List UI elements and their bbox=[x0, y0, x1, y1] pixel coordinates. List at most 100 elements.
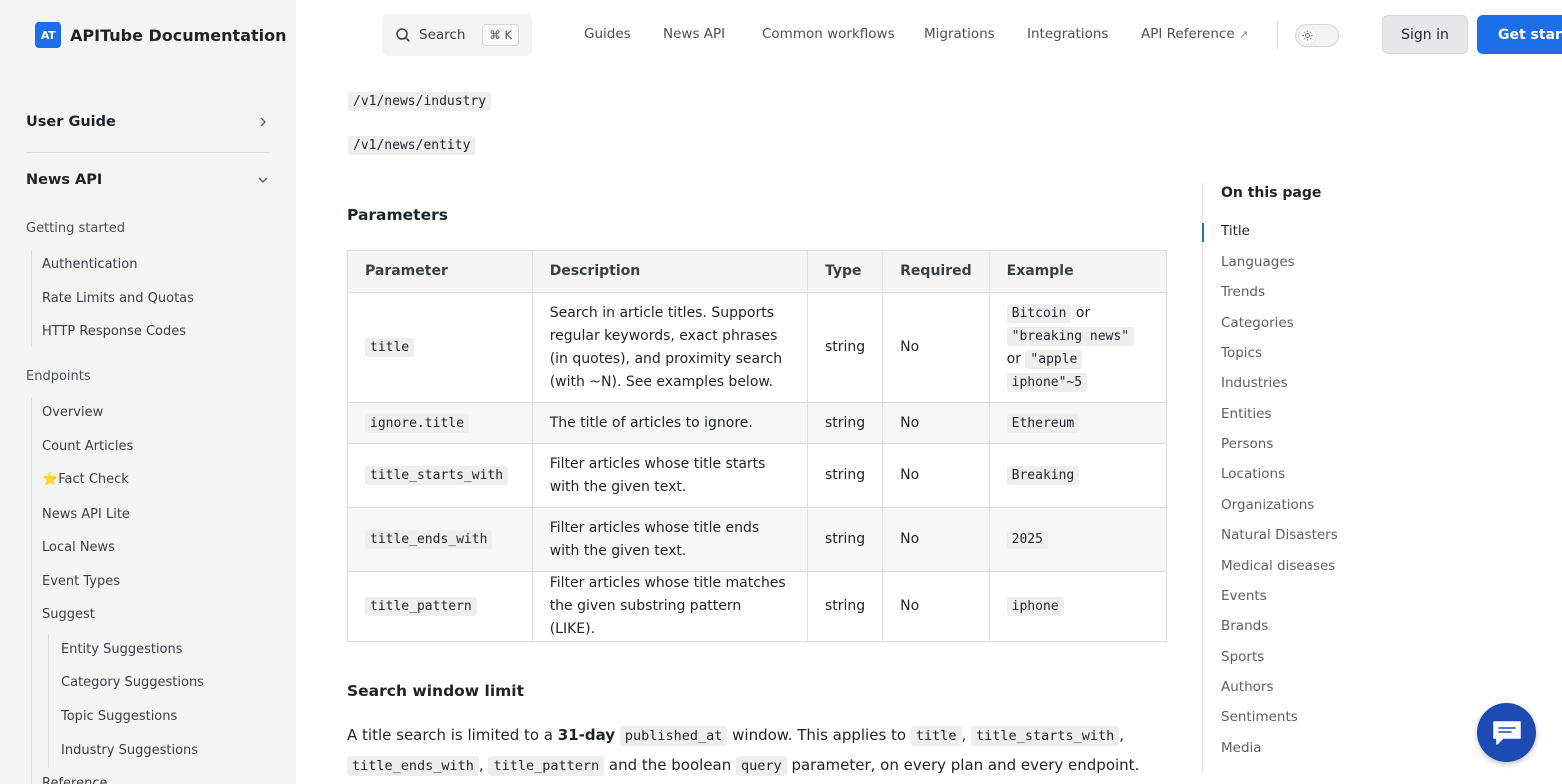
required-cell: No bbox=[882, 443, 990, 508]
sidebar-section-user-guide[interactable]: User Guide bbox=[26, 114, 269, 130]
sidebar-item-event-types[interactable]: Event Types bbox=[42, 574, 120, 589]
toc-item-authors[interactable]: Authors bbox=[1221, 679, 1273, 695]
toc-item-categories[interactable]: Categories bbox=[1221, 315, 1294, 331]
nav-guide-line bbox=[31, 250, 32, 347]
toc-item-brands[interactable]: Brands bbox=[1221, 618, 1268, 634]
toc-item-languages[interactable]: Languages bbox=[1221, 254, 1295, 270]
description-cell: Search in article titles. Supports regul… bbox=[531, 292, 808, 403]
description-cell: The title of articles to ignore. bbox=[531, 402, 808, 444]
description-cell: Filter articles whose title ends with th… bbox=[531, 507, 808, 572]
table-row: title_pattern Filter articles whose titl… bbox=[347, 571, 1168, 642]
endpoint-path: /v1/news/entity bbox=[348, 134, 476, 155]
search-label: Search bbox=[419, 27, 466, 43]
example-cell: 2025 bbox=[988, 507, 1168, 572]
divider bbox=[1277, 21, 1278, 49]
section-label: News API bbox=[26, 172, 103, 188]
text: , bbox=[961, 726, 972, 744]
type-cell: string bbox=[806, 402, 884, 444]
required-cell: No bbox=[882, 571, 990, 642]
toc-item-title[interactable]: Title bbox=[1221, 223, 1250, 239]
code-inline: /v1/news/entity bbox=[348, 136, 476, 155]
sidebar-item-entity-suggestions[interactable]: Entity Suggestions bbox=[61, 642, 183, 657]
theme-toggle[interactable] bbox=[1295, 24, 1339, 47]
sidebar-item-rate-limits[interactable]: Rate Limits and Quotas bbox=[42, 291, 194, 306]
text: , bbox=[1119, 726, 1124, 744]
sidebar-item-fact-check[interactable]: ⭐Fact Check bbox=[42, 472, 129, 487]
example-cell: iphone bbox=[988, 571, 1168, 642]
toc-item-trends[interactable]: Trends bbox=[1221, 284, 1265, 300]
search-shortcut: ⌘ K bbox=[482, 24, 519, 46]
chat-button[interactable] bbox=[1477, 703, 1536, 762]
table-row: title_starts_with Filter articles whose … bbox=[347, 443, 1168, 508]
code-inline: ignore.title bbox=[365, 413, 469, 433]
chevron-right-icon bbox=[260, 117, 266, 127]
sidebar-item-news-api-lite[interactable]: News API Lite bbox=[42, 507, 130, 522]
type-cell: string bbox=[806, 292, 884, 403]
chevron-down-icon bbox=[258, 177, 268, 183]
text: or bbox=[1075, 304, 1091, 321]
sidebar-item-industry-suggestions[interactable]: Industry Suggestions bbox=[61, 743, 198, 758]
search-button[interactable]: Search ⌘ K bbox=[382, 14, 532, 56]
code-inline: title_pattern bbox=[365, 597, 477, 616]
text: A title search is limited to a bbox=[347, 726, 558, 744]
nav-common-workflows[interactable]: Common workflows bbox=[762, 26, 895, 42]
external-link-icon: ↗ bbox=[1238, 28, 1249, 41]
nav-guides[interactable]: Guides bbox=[584, 26, 631, 42]
nav-api-reference[interactable]: API Reference ↗ bbox=[1141, 26, 1248, 42]
sidebar-item-overview[interactable]: Overview bbox=[42, 405, 103, 420]
sidebar-section-news-api[interactable]: News API bbox=[26, 172, 269, 188]
toc-item-natural-disasters[interactable]: Natural Disasters bbox=[1221, 527, 1338, 543]
toc-item-events[interactable]: Events bbox=[1221, 588, 1267, 604]
sidebar-item-count-articles[interactable]: Count Articles bbox=[42, 439, 133, 454]
nav-news-api[interactable]: News API bbox=[663, 26, 725, 42]
sidebar-group-endpoints[interactable]: Endpoints bbox=[26, 369, 91, 384]
sidebar-item-category-suggestions[interactable]: Category Suggestions bbox=[61, 675, 204, 690]
toc-item-persons[interactable]: Persons bbox=[1221, 436, 1273, 452]
toc-item-entities[interactable]: Entities bbox=[1221, 406, 1272, 422]
code-inline: title bbox=[910, 726, 962, 746]
description-cell: Filter articles whose title matches the … bbox=[531, 571, 808, 642]
get-started-button[interactable]: Get started bbox=[1477, 15, 1562, 54]
nav-label: API Reference bbox=[1141, 26, 1235, 42]
endpoint-path: /v1/news/industry bbox=[348, 90, 492, 111]
toc-item-sports[interactable]: Sports bbox=[1221, 649, 1264, 665]
param-cell: title_ends_with bbox=[347, 507, 533, 572]
type-cell: string bbox=[806, 571, 884, 642]
toc-item-locations[interactable]: Locations bbox=[1221, 466, 1285, 482]
sidebar-group-getting-started[interactable]: Getting started bbox=[26, 221, 125, 236]
code-inline: published_at bbox=[619, 726, 728, 746]
sidebar-item-suggest[interactable]: Suggest bbox=[42, 607, 95, 622]
toc-item-medical-diseases[interactable]: Medical diseases bbox=[1221, 558, 1335, 574]
search-window-paragraph: A title search is limited to a 31-day pu… bbox=[347, 721, 1157, 781]
toc-item-organizations[interactable]: Organizations bbox=[1221, 497, 1314, 513]
sidebar-item-reference[interactable]: Reference bbox=[42, 776, 107, 784]
text-bold: 31-day bbox=[557, 726, 616, 744]
toc-item-industries[interactable]: Industries bbox=[1221, 375, 1288, 391]
brand[interactable]: AT APITube Documentation bbox=[35, 22, 287, 48]
nav-guide-line bbox=[48, 634, 49, 768]
toc-item-media[interactable]: Media bbox=[1221, 740, 1262, 756]
sidebar-item-authentication[interactable]: Authentication bbox=[42, 257, 137, 272]
nav-integrations[interactable]: Integrations bbox=[1027, 26, 1108, 42]
sign-in-button[interactable]: Sign in bbox=[1382, 15, 1468, 54]
code-inline: iphone"~5 bbox=[1006, 372, 1088, 392]
sidebar-item-local-news[interactable]: Local News bbox=[42, 540, 115, 555]
code-inline: Breaking bbox=[1006, 466, 1080, 485]
code-inline: iphone bbox=[1006, 597, 1064, 616]
sidebar-item-label: Fact Check bbox=[58, 472, 129, 487]
nav-migrations[interactable]: Migrations bbox=[924, 26, 995, 42]
column-header: Required bbox=[882, 250, 990, 293]
sidebar-item-http-codes[interactable]: HTTP Response Codes bbox=[42, 324, 186, 339]
toc-item-topics[interactable]: Topics bbox=[1221, 345, 1262, 361]
star-icon: ⭐ bbox=[42, 472, 59, 487]
column-header: Example bbox=[988, 250, 1168, 293]
column-header: Description bbox=[531, 250, 808, 293]
code-inline: Bitcoin bbox=[1006, 303, 1072, 323]
sidebar-item-topic-suggestions[interactable]: Topic Suggestions bbox=[61, 709, 177, 724]
table-header-row: Parameter Description Type Required Exam… bbox=[347, 250, 1168, 293]
parameters-table: Parameter Description Type Required Exam… bbox=[347, 250, 1168, 642]
code-inline: title_ends_with bbox=[347, 756, 479, 776]
param-cell: title_pattern bbox=[347, 571, 533, 642]
text: window. This applies to bbox=[727, 726, 911, 744]
toc-item-sentiments[interactable]: Sentiments bbox=[1221, 709, 1298, 725]
